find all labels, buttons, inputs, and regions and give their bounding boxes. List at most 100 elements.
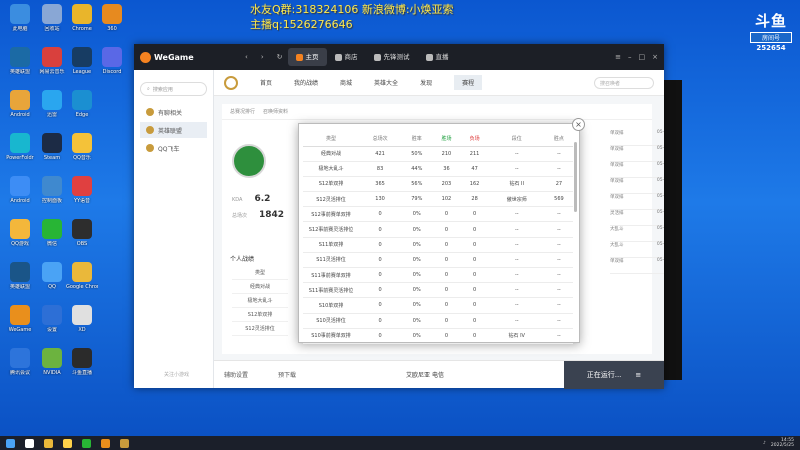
desktop-icon[interactable]: 英雄联盟 <box>4 47 36 75</box>
desktop-icon[interactable]: 回收站 <box>36 4 68 32</box>
back-icon[interactable]: ‹ <box>240 53 253 61</box>
app-icon <box>42 4 62 24</box>
desktop-icon[interactable]: Google Chrome <box>66 262 98 290</box>
desktop-icon[interactable]: 腾讯会议 <box>4 348 36 376</box>
match-history-item[interactable]: 单双排 05-23 <box>610 162 664 178</box>
table-row: 极地大乱斗 83 44% 36 47 -- -- <box>303 161 573 177</box>
desktop-icon[interactable]: 控制面板 <box>36 176 68 204</box>
wegame-icon[interactable] <box>101 438 110 448</box>
stream-overlay-text: 水友Q群:318324106 新浪微博:小焕亚索 主播q:1526276646 <box>250 2 454 32</box>
table-cell: 0 <box>359 297 402 314</box>
tab-live[interactable]: 直播 <box>418 48 457 66</box>
pre-download-button[interactable]: 预下载 <box>278 370 296 379</box>
sidebar-bottom-link[interactable]: 关注小游戏 <box>164 371 189 378</box>
search-icon: ⌕ <box>147 86 150 92</box>
sidebar-item-chat[interactable]: 有聊相关 <box>140 104 207 120</box>
desktop-icon[interactable]: Steam <box>36 133 68 161</box>
desktop-icon-label: NVIDIA <box>43 370 61 376</box>
wegame-titlebar: WeGame ‹ › ↻ 主页 商店 先锋测试 直播 ≡ – □ × <box>134 44 664 70</box>
forward-icon[interactable]: › <box>256 53 269 61</box>
desktop-icon[interactable]: 微信 <box>36 219 68 247</box>
desktop-icon[interactable]: 设置 <box>36 305 68 333</box>
desktop-icon[interactable]: QQ音乐 <box>66 133 98 161</box>
douyu-room-label: 房间号 <box>750 32 792 43</box>
game-nav-record[interactable]: 我的战绩 <box>294 78 318 87</box>
desktop-icon[interactable]: 360 <box>96 4 128 32</box>
windows-start-icon[interactable] <box>6 438 15 448</box>
folder-icon[interactable] <box>63 438 72 448</box>
minimize-icon[interactable]: – <box>628 53 632 61</box>
subtab-rank[interactable]: 总赛况排行 <box>230 108 255 115</box>
game-nav-heroes[interactable]: 英雄大全 <box>374 78 398 87</box>
desktop-icon[interactable]: League <box>66 47 98 75</box>
desktop-icon[interactable]: Android <box>4 90 36 118</box>
desktop-icon[interactable]: Android <box>4 176 36 204</box>
desktop-icon[interactable]: PowerFoldr <box>4 133 36 161</box>
maximize-icon[interactable]: □ <box>639 53 646 61</box>
table-cell: 0 <box>460 237 489 253</box>
desktop-icon[interactable]: Edge <box>66 90 98 118</box>
desktop-icon[interactable]: 网易云音乐 <box>36 47 68 75</box>
summoner-search-input[interactable]: 搜召唤者 <box>594 76 654 89</box>
game-nav-discover[interactable]: 发现 <box>420 78 432 87</box>
table-cell: 130 <box>359 191 402 208</box>
chrome-icon[interactable] <box>44 438 53 448</box>
match-history-item[interactable]: 单双排 05-23 <box>610 130 664 146</box>
menu-icon[interactable]: ≡ <box>615 53 621 61</box>
scrollbar[interactable] <box>574 142 577 212</box>
desktop-icon[interactable]: QQ游戏 <box>4 219 36 247</box>
desktop-icon[interactable]: NVIDIA <box>36 348 68 376</box>
sidebar-search-input[interactable]: ⌕ 搜索应用 <box>140 82 207 96</box>
server-select[interactable]: 艾欧尼亚 电信 <box>406 370 444 379</box>
desktop-icon[interactable]: WeGame <box>4 305 36 333</box>
running-button[interactable]: 正在运行... ≡ <box>564 360 664 389</box>
subtab-profile[interactable]: 召唤师资料 <box>263 108 288 115</box>
match-history-item[interactable]: 单双排 05-23 <box>610 194 664 210</box>
sidebar-item-qqspeed[interactable]: QQ飞车 <box>140 140 207 156</box>
desktop-icon[interactable]: Chrome <box>66 4 98 32</box>
refresh-icon[interactable]: ↻ <box>272 53 288 61</box>
match-history-item[interactable]: 灵活排 05-24 <box>610 210 664 226</box>
wechat-icon[interactable] <box>82 438 91 448</box>
game-nav-home[interactable]: 首页 <box>260 78 272 87</box>
desktop-icon[interactable]: OBS <box>66 219 98 247</box>
desktop-icon[interactable]: Discord <box>96 47 128 75</box>
table-row: 经典对战 421 50% 210 211 -- -- <box>303 146 573 162</box>
stats-table: 类型 总场次 胜率 胜场 负场 段位 胜点 经典对战 421 50% 210 211 -- -- 极地大乱… <box>303 132 573 344</box>
desktop-icon[interactable]: 英雄联盟 <box>4 262 36 290</box>
speaker-icon[interactable]: ♪ <box>763 441 766 446</box>
desktop-icon[interactable]: QQ <box>36 262 68 290</box>
desktop-icon-label: Google Chrome <box>66 284 98 290</box>
game-nav-schedule[interactable]: 赛程 <box>454 75 483 90</box>
game-nav-shop[interactable]: 商城 <box>340 78 352 87</box>
wegame-logo-icon <box>140 51 151 63</box>
tab-home[interactable]: 主页 <box>287 48 327 66</box>
match-history-item[interactable]: 大乱斗 05-24 <box>610 242 664 258</box>
match-history-item[interactable]: 单双排 05-24 <box>610 258 664 274</box>
tab-pioneer[interactable]: 先锋测试 <box>366 48 418 66</box>
match-history-item[interactable]: 单双排 05-23 <box>610 178 664 194</box>
menu-icon[interactable]: ≡ <box>635 371 641 379</box>
match-mode: 灵活排 <box>610 211 624 216</box>
table-row: S11灵活排位 0 0% 0 0 -- -- <box>303 252 573 269</box>
tab-store[interactable]: 商店 <box>327 48 366 66</box>
lol-icon[interactable] <box>120 438 129 448</box>
desktop-icon[interactable]: XD <box>66 305 98 333</box>
close-icon[interactable]: × <box>652 53 658 61</box>
clock[interactable]: 14:55 2022/5/25 <box>771 438 794 448</box>
match-history-item[interactable]: 单双排 05-23 <box>610 146 664 162</box>
match-history-item[interactable]: 大乱斗 05-24 <box>610 226 664 242</box>
table-cell: -- <box>544 161 573 177</box>
search-icon[interactable] <box>25 438 34 448</box>
assist-settings-button[interactable]: 辅助设置 <box>224 370 248 379</box>
desktop-icon[interactable]: 迅雷 <box>36 90 68 118</box>
desktop-icon[interactable]: 此电脑 <box>4 4 36 32</box>
table-cell: -- <box>544 328 573 344</box>
sidebar-item-lol[interactable]: 英雄联盟 <box>140 122 207 138</box>
close-icon[interactable]: × <box>572 118 585 131</box>
kda-stat: KDA 6.2 总场次 1842 <box>232 194 284 220</box>
desktop-icon[interactable]: YY语音 <box>66 176 98 204</box>
desktop-icon[interactable]: 斗鱼直播 <box>66 348 98 376</box>
app-icon <box>10 4 30 24</box>
match-mode: 单双排 <box>610 147 624 152</box>
